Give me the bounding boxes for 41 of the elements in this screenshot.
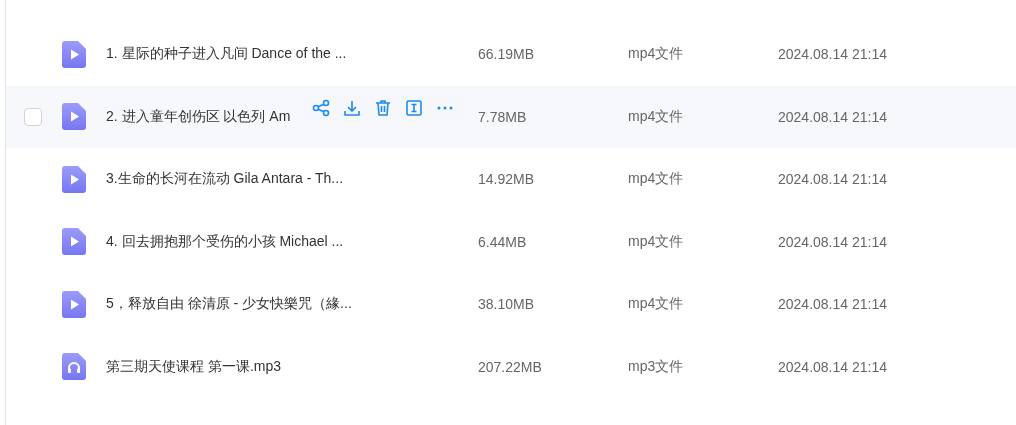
file-type: mp4文件 xyxy=(628,107,685,126)
rename-icon[interactable] xyxy=(405,98,423,117)
file-size: 66.19MB xyxy=(478,46,536,63)
file-row[interactable]: 3.生命的长河在流动 Gila Antara - Th... 14.92MB mp4文件 2024.08.14 21:14 xyxy=(6,148,1016,211)
download-icon[interactable] xyxy=(343,98,361,117)
video-file-icon xyxy=(62,165,86,193)
video-file-icon xyxy=(62,290,86,318)
video-file-icon xyxy=(62,40,86,68)
modified-time: 2024.08.14 21:14 xyxy=(778,171,887,188)
modified-time: 2024.08.14 21:14 xyxy=(778,46,887,63)
file-type: mp4文件 xyxy=(628,45,685,64)
file-name[interactable]: 5，释放自由 徐清原 - 少女快樂咒（緣... xyxy=(106,295,352,314)
file-type: mp4文件 xyxy=(628,295,685,314)
file-size: 7.78MB xyxy=(478,108,528,125)
file-row[interactable]: 1. 星际的种子进入凡间 Dance of the ... 66.19MB mp4文件 2024.08.14 21:14 xyxy=(6,23,1016,86)
file-name[interactable]: 1. 星际的种子进入凡间 Dance of the ... xyxy=(106,45,347,64)
file-name[interactable]: 3.生命的长河在流动 Gila Antara - Th... xyxy=(106,170,344,189)
modified-time: 2024.08.14 21:14 xyxy=(778,296,887,313)
video-file-icon xyxy=(62,228,86,256)
file-type: mp3文件 xyxy=(628,357,685,376)
file-row[interactable]: 4. 回去拥抱那个受伤的小孩 Michael ... 6.44MB mp4文件 2024.08.14 21:14 xyxy=(6,210,1016,273)
trash-icon[interactable] xyxy=(374,98,392,117)
row-checkbox[interactable] xyxy=(24,107,42,126)
modified-time: 2024.08.14 21:14 xyxy=(778,233,887,250)
file-name[interactable]: 4. 回去拥抱那个受伤的小孩 Michael ... xyxy=(106,232,344,251)
file-size: 207.22MB xyxy=(478,358,543,375)
file-row[interactable]: 第三期天使课程 第一课.mp3 207.22MB mp3文件 2024.08.14 21:14 xyxy=(6,335,1016,398)
modified-time: 2024.08.14 21:14 xyxy=(778,108,887,125)
file-row[interactable]: 2. 进入童年创伤区 以色列 Am 7.78MB mp4文件 2024.08.14 21:14 xyxy=(6,85,1016,148)
file-row[interactable]: 5，释放自由 徐清原 - 少女快樂咒（緣... 38.10MB mp4文件 2024.08.14 21:14 xyxy=(6,273,1016,336)
file-name[interactable]: 第三期天使课程 第一课.mp3 xyxy=(106,357,281,376)
video-file-icon xyxy=(62,103,86,131)
file-size: 14.92MB xyxy=(478,171,536,188)
file-size: 38.10MB xyxy=(478,296,536,313)
file-name[interactable]: 2. 进入童年创伤区 以色列 Am xyxy=(106,107,291,126)
share-icon[interactable] xyxy=(312,98,330,117)
file-type: mp4文件 xyxy=(628,170,685,189)
file-size: 6.44MB xyxy=(478,233,528,250)
modified-time: 2024.08.14 21:14 xyxy=(778,358,887,375)
file-type: mp4文件 xyxy=(628,232,685,251)
headphones-file-icon xyxy=(62,353,86,381)
